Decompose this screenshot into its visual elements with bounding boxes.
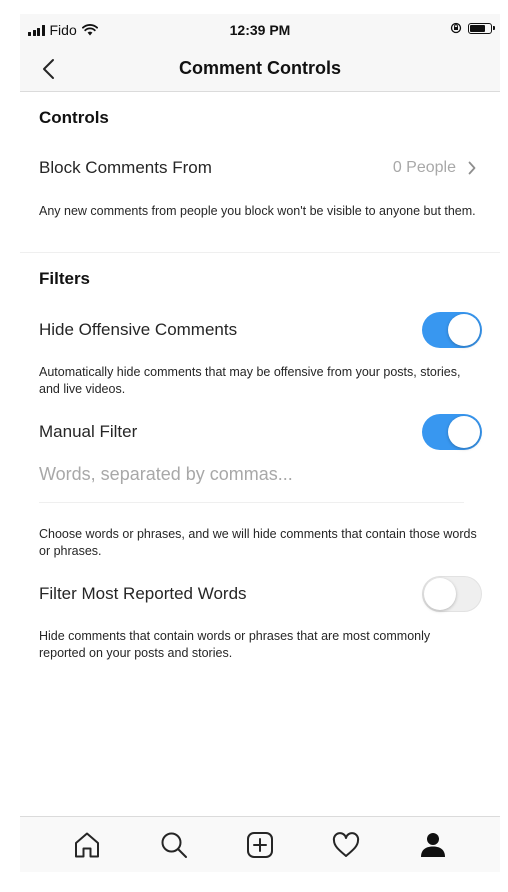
tab-profile[interactable] — [413, 825, 453, 865]
search-icon — [161, 832, 187, 858]
toggle-knob — [448, 314, 480, 346]
tab-search[interactable] — [154, 825, 194, 865]
manual-filter-description: Choose words or phrases, and we will hid… — [39, 527, 477, 558]
most-reported-toggle[interactable] — [422, 576, 482, 612]
input-underline — [39, 502, 464, 503]
add-post-icon — [246, 831, 273, 858]
filters-section-title: Filters — [39, 269, 91, 288]
profile-icon — [420, 832, 445, 857]
tab-activity[interactable] — [326, 825, 366, 865]
blocked-count: 0 People — [392, 159, 456, 176]
block-comments-row[interactable]: Block Comments From 0 People — [20, 144, 500, 192]
status-time: 12:39 PM — [229, 22, 291, 38]
tab-bar — [20, 816, 500, 872]
orientation-lock-icon — [450, 22, 462, 34]
page-title: Comment Controls — [179, 58, 341, 78]
battery-icon — [468, 22, 495, 34]
manual-filter-toggle[interactable] — [422, 414, 482, 450]
chevron-right-icon — [468, 161, 476, 175]
block-comments-label: Block Comments From — [39, 158, 212, 177]
block-comments-description: Any new comments from people you block w… — [39, 204, 476, 218]
heart-icon — [333, 831, 360, 857]
hide-offensive-label: Hide Offensive Comments — [39, 320, 238, 339]
tab-new-post[interactable] — [240, 825, 280, 865]
nav-bar: Comment Controls — [20, 46, 500, 92]
phone-screen: Fido 12:39 PM Comment Controls Controls … — [20, 14, 500, 878]
hide-offensive-toggle[interactable] — [422, 312, 482, 348]
home-icon — [75, 832, 100, 857]
block-comments-value: 0 People — [393, 159, 476, 177]
toggle-knob — [424, 578, 456, 610]
controls-section-title: Controls — [39, 108, 109, 127]
most-reported-label: Filter Most Reported Words — [39, 584, 247, 603]
most-reported-description: Hide comments that contain words or phra… — [39, 629, 431, 660]
tab-home[interactable] — [67, 825, 107, 865]
toggle-knob — [448, 416, 480, 448]
status-bar: Fido 12:39 PM — [20, 14, 500, 46]
hide-offensive-description: Automatically hide comments that may be … — [39, 365, 461, 396]
manual-filter-label: Manual Filter — [39, 422, 138, 441]
status-right — [450, 22, 495, 34]
manual-filter-input[interactable] — [39, 458, 464, 490]
section-divider — [20, 252, 500, 253]
